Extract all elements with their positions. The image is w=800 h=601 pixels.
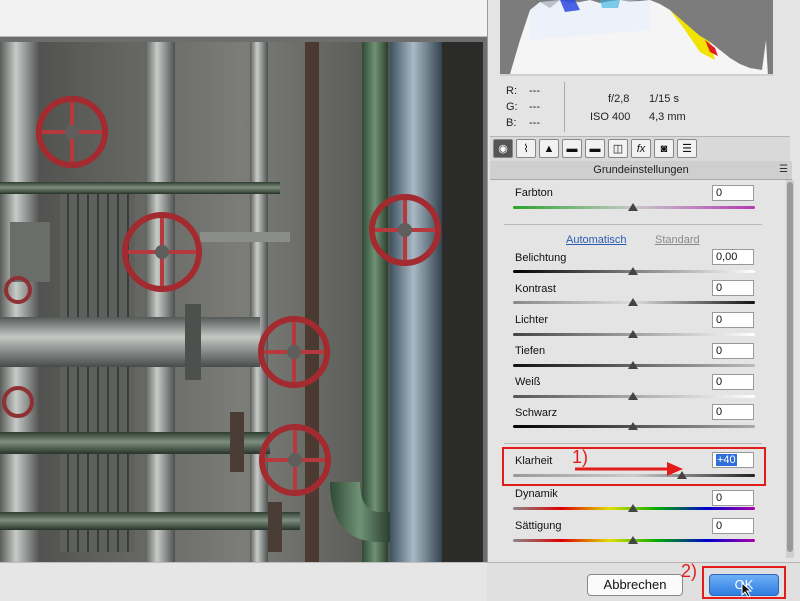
dynamik-slider-thumb[interactable] (628, 504, 638, 512)
red-arrow-icon (575, 462, 683, 476)
scrollbar-thumb[interactable] (787, 182, 793, 552)
aperture-value: f/2,8 (608, 93, 630, 105)
info-divider (564, 82, 565, 132)
canvas-bottom-strip (0, 562, 487, 601)
section-divider (504, 224, 762, 225)
section-divider-2 (504, 443, 762, 444)
lichter-input[interactable]: 0 (712, 312, 754, 328)
farbton-label: Farbton (515, 187, 553, 199)
tiefen-slider-thumb[interactable] (628, 361, 638, 369)
presets-icon[interactable]: ☰ (677, 139, 697, 158)
section-header: Grundeinstellungen ☰ (490, 161, 792, 180)
photo-preview (0, 42, 483, 562)
saettigung-slider-thumb[interactable] (628, 536, 638, 544)
camera-calibration-icon[interactable]: ◙ (654, 139, 674, 158)
detail-icon[interactable]: ▲ (539, 139, 559, 158)
g-value: --- (529, 101, 540, 113)
lichter-slider-thumb[interactable] (628, 330, 638, 338)
mouse-cursor-icon (741, 582, 753, 598)
iso-value: ISO 400 (590, 111, 631, 123)
farbton-slider-thumb[interactable] (628, 203, 638, 211)
hsl-icon[interactable]: ▬ (562, 139, 582, 158)
tiefen-label: Tiefen (515, 345, 546, 357)
step-2-annotation: 2) (681, 561, 698, 581)
dynamik-input[interactable]: 0 (712, 490, 754, 506)
kontrast-label: Kontrast (515, 283, 556, 295)
basic-tool-icon[interactable]: ◉ (493, 139, 513, 158)
standard-link[interactable]: Standard (655, 234, 700, 246)
belichtung-input[interactable]: 0,00 (712, 249, 754, 265)
schwarz-label: Schwarz (515, 407, 558, 419)
r-label: R: (506, 85, 517, 97)
rgb-info-panel: R: --- G: --- B: --- f/2,8 1/15 s ISO 40… (497, 78, 787, 134)
b-label: B: (506, 117, 517, 129)
lichter-label: Lichter (515, 314, 549, 326)
shutter-value: 1/15 s (649, 93, 679, 105)
effects-icon[interactable]: fx (631, 139, 651, 158)
dynamik-label: Dynamik (515, 488, 558, 500)
tool-tabs: ◉ ⌇ ▲ ▬ ▬ ◫ fx ◙ ☰ (490, 136, 790, 162)
lens-icon[interactable]: ◫ (608, 139, 628, 158)
schwarz-slider-thumb[interactable] (628, 422, 638, 430)
kontrast-slider-thumb[interactable] (628, 298, 638, 306)
tiefen-input[interactable]: 0 (712, 343, 754, 359)
split-toning-icon[interactable]: ▬ (585, 139, 605, 158)
schwarz-input[interactable]: 0 (712, 404, 754, 420)
farbton-input[interactable]: 0 (712, 185, 754, 201)
saettigung-label: Sättigung (515, 520, 562, 532)
kontrast-input[interactable]: 0 (712, 280, 754, 296)
panel-menu-icon[interactable]: ☰ (779, 161, 788, 179)
weiss-label: Weiß (515, 376, 541, 388)
histogram-graph (500, 0, 773, 76)
weiss-input[interactable]: 0 (712, 374, 754, 390)
focal-length-value: 4,3 mm (649, 111, 686, 123)
r-value: --- (529, 85, 540, 97)
b-value: --- (529, 117, 540, 129)
auto-link[interactable]: Automatisch (566, 234, 627, 246)
saettigung-input[interactable]: 0 (712, 518, 754, 534)
canvas-top-strip (0, 0, 487, 37)
tone-curve-icon[interactable]: ⌇ (516, 139, 536, 158)
g-label: G: (506, 101, 518, 113)
industrial-pipes-image (0, 42, 483, 562)
weiss-slider-thumb[interactable] (628, 392, 638, 400)
belichtung-slider-thumb[interactable] (628, 267, 638, 275)
section-title: Grundeinstellungen (593, 164, 689, 176)
cancel-button[interactable]: Abbrechen (587, 574, 683, 596)
histogram (500, 0, 773, 76)
belichtung-label: Belichtung (515, 252, 567, 264)
